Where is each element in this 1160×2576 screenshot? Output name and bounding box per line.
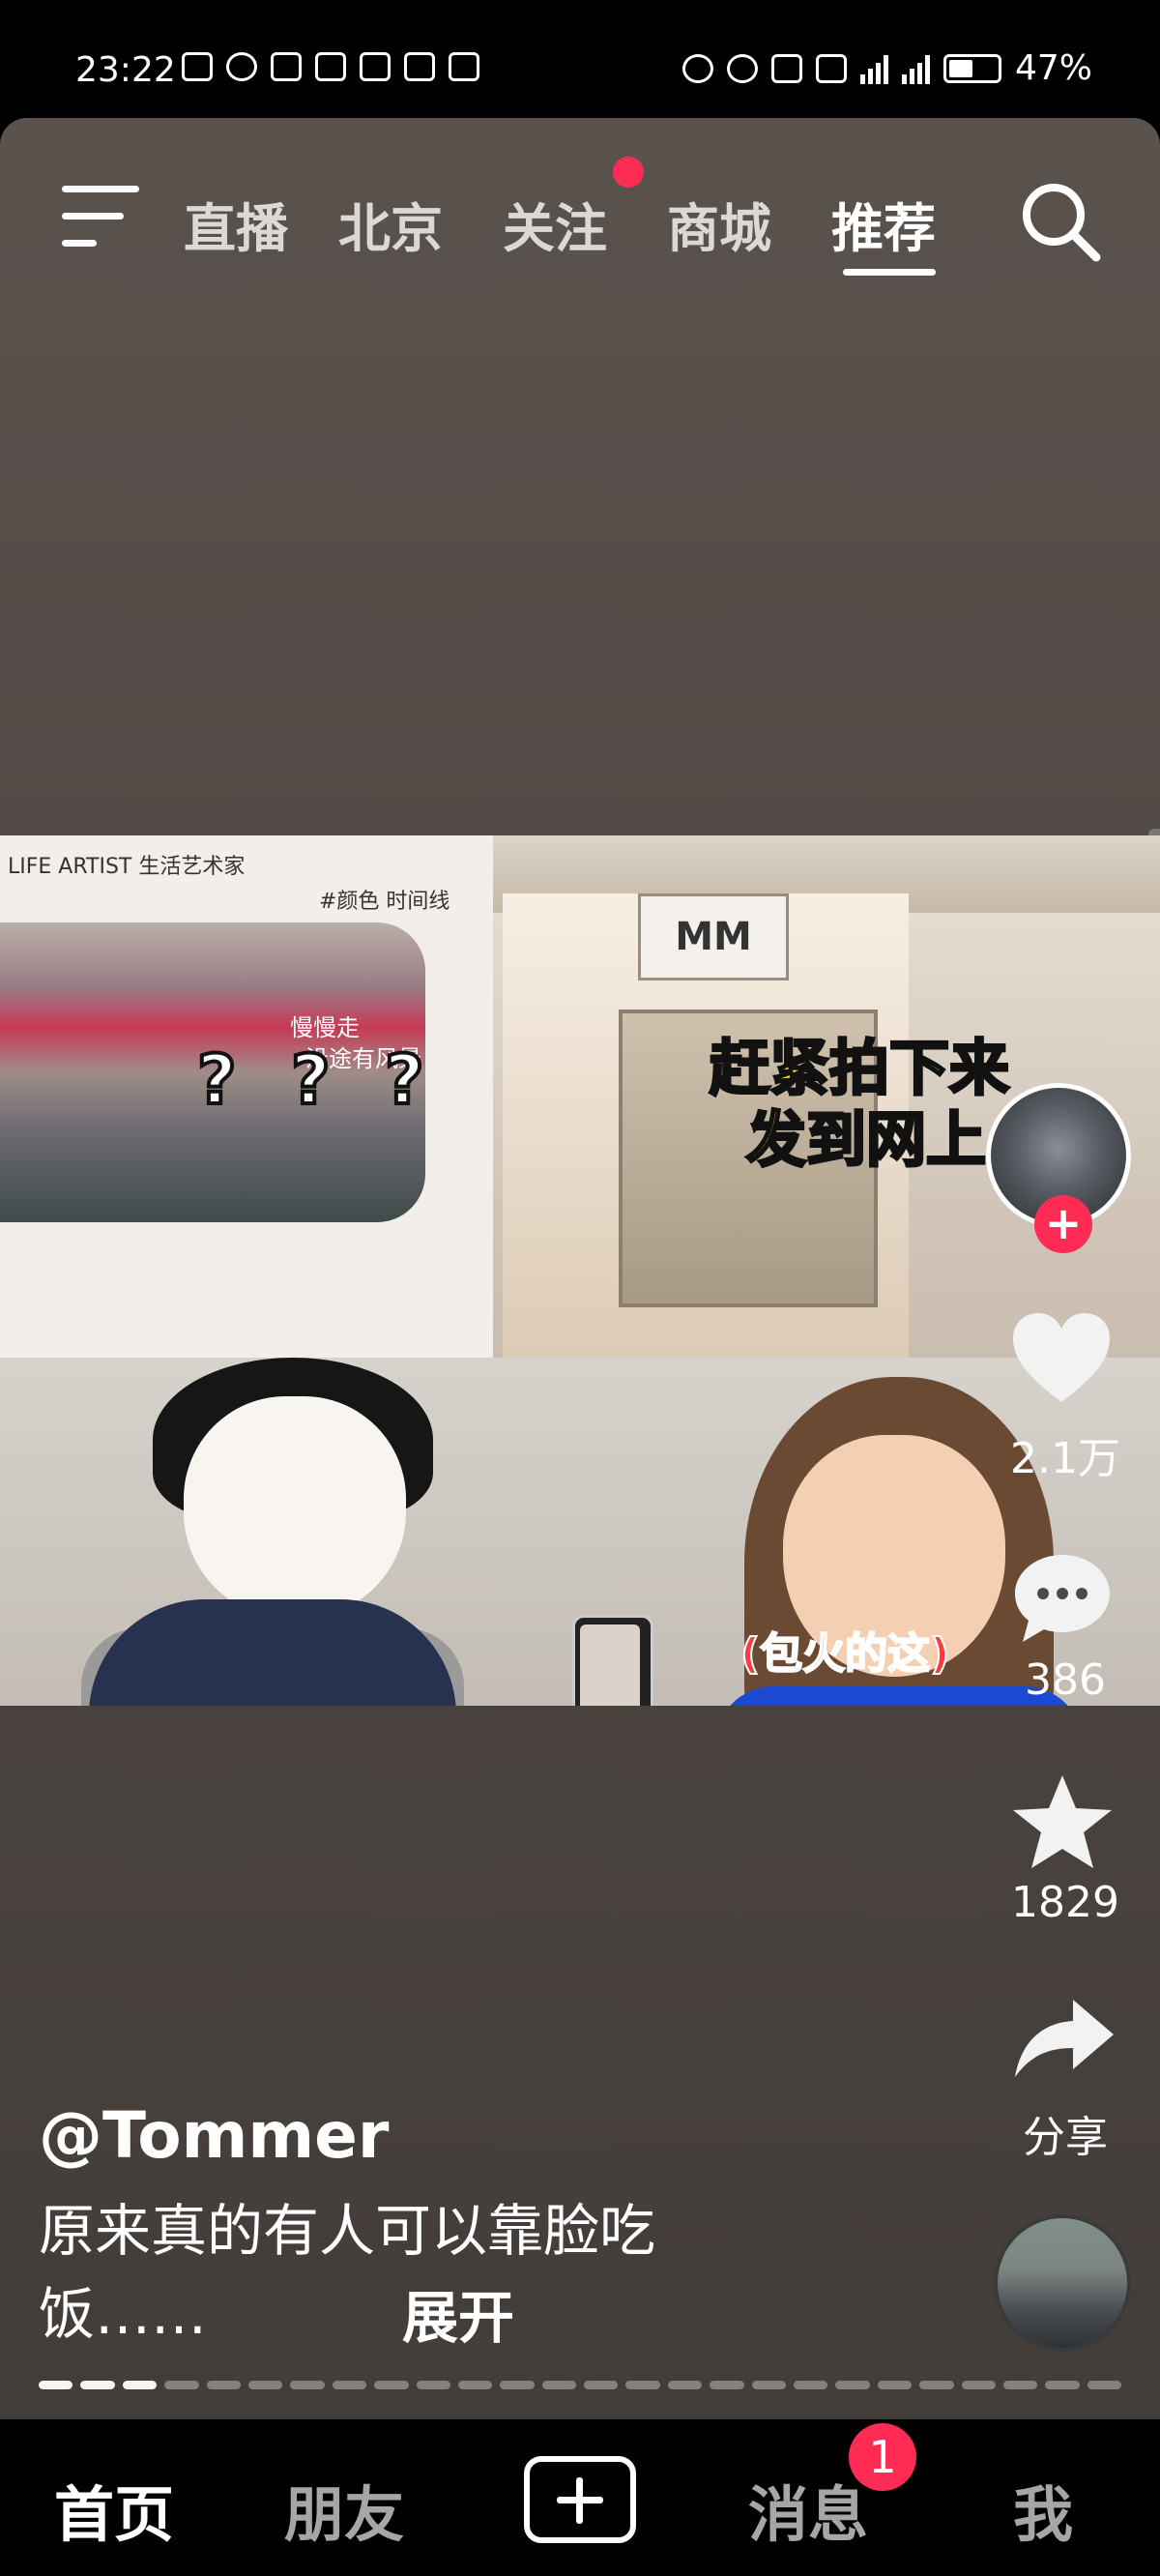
progress-segment: [751, 2381, 787, 2389]
status-time: 23:22: [75, 50, 176, 90]
progress-segment: [457, 2381, 493, 2389]
video-feed[interactable]: 直播 北京 关注 商城 推荐 LIFE ARTIST 生活艺术家 #颜色 时间线…: [0, 118, 1160, 2419]
progress-segment: [80, 2381, 115, 2389]
progress-segment: [206, 2381, 241, 2389]
link-icon: [315, 52, 346, 81]
progress-segment: [122, 2381, 158, 2389]
create-post-button[interactable]: [524, 2456, 636, 2543]
battery-saver-icon: [770, 53, 802, 83]
wall-brand-text: LIFE ARTIST 生活艺术家: [8, 855, 246, 879]
app-icon: [360, 52, 391, 81]
nav-messages[interactable]: 消息: [748, 2466, 868, 2553]
app-icon: [404, 52, 435, 81]
author-name[interactable]: @Tommer: [39, 2098, 389, 2173]
video-progress[interactable]: [39, 2381, 1122, 2390]
progress-segment: [416, 2381, 450, 2389]
progress-segment: [332, 2381, 367, 2389]
progress-segment: [667, 2381, 703, 2389]
progress-segment: [247, 2381, 283, 2389]
active-tab-indicator: [843, 269, 936, 276]
progress-segment: [835, 2381, 870, 2389]
favorite-count: 1829: [1011, 1878, 1119, 1927]
boy-face: [184, 1396, 406, 1619]
bottom-nav: 首页 朋友 消息 1 我: [0, 2419, 1160, 2576]
progress-segment: [1087, 2381, 1122, 2389]
message-badge: 1: [849, 2423, 916, 2491]
progress-segment: [541, 2381, 577, 2389]
nfc-icon: [271, 52, 302, 81]
progress-segment: [919, 2381, 954, 2389]
cast-icon: [182, 52, 213, 81]
progress-segment: [374, 2381, 409, 2389]
nav-me[interactable]: 我: [1013, 2466, 1073, 2553]
comment-icon[interactable]: [1011, 1549, 1114, 1646]
wall-brand-text-2: #颜色 时间线: [319, 890, 450, 914]
nav-friends[interactable]: 朋友: [284, 2466, 404, 2553]
tab-mall[interactable]: 商城: [667, 186, 771, 262]
caption-bottom: (包火的这): [740, 1628, 950, 1680]
tab-following[interactable]: 关注: [503, 186, 607, 262]
comment-count: 386: [1025, 1655, 1106, 1705]
top-nav: 直播 北京 关注 商城 推荐: [0, 147, 1160, 276]
share-label: 分享: [1023, 2113, 1108, 2162]
status-left-icons: [182, 52, 479, 81]
eye-icon: [226, 52, 257, 81]
billboard-text-1: 慢慢走: [290, 1014, 360, 1041]
follow-button[interactable]: +: [1034, 1195, 1092, 1253]
progress-segment: [584, 2381, 619, 2389]
following-notification-dot: [613, 157, 644, 188]
link-icon: [449, 52, 479, 81]
status-bar: 23:22 47%: [0, 0, 1160, 118]
video-frame[interactable]: LIFE ARTIST 生活艺术家 #颜色 时间线 慢慢走 沿途有风景 MM ?…: [0, 835, 1160, 1706]
description-line-1: 原来真的有人可以靠脸吃: [39, 2198, 656, 2264]
progress-segment: [710, 2381, 744, 2389]
music-disc[interactable]: [994, 2214, 1131, 2352]
tab-recommend[interactable]: 推荐: [831, 186, 936, 262]
progress-segment: [625, 2381, 660, 2389]
caption-line-2: 发到网上: [744, 1103, 987, 1177]
heart-icon[interactable]: [1009, 1309, 1114, 1406]
question-marks: ? ? ?: [195, 1039, 440, 1122]
progress-segment: [500, 2381, 535, 2389]
progress-segment: [961, 2381, 996, 2389]
mute-icon: [815, 53, 847, 83]
progress-segment: [1002, 2381, 1038, 2389]
expand-button[interactable]: 展开: [402, 2272, 514, 2354]
progress-segment: [794, 2381, 828, 2389]
nav-home[interactable]: 首页: [54, 2466, 174, 2553]
progress-segment: [877, 2381, 913, 2389]
progress-segment: [39, 2381, 73, 2389]
headphone-icon: [726, 53, 758, 83]
battery-level: 47%: [1014, 48, 1092, 88]
status-right-icons: 47%: [682, 48, 1092, 88]
share-icon[interactable]: [1011, 1994, 1117, 2081]
progress-segment: [290, 2381, 325, 2389]
alarm-icon: [682, 53, 713, 83]
signal-5g-icon: [901, 53, 930, 84]
search-icon[interactable]: [1017, 178, 1104, 265]
tab-live[interactable]: 直播: [184, 186, 288, 262]
store-sign: MM: [638, 893, 789, 981]
menu-icon[interactable]: [62, 186, 139, 249]
star-icon[interactable]: [1009, 1771, 1116, 1872]
like-count: 2.1万: [1010, 1434, 1120, 1483]
tab-beijing[interactable]: 北京: [338, 186, 443, 262]
signal-5g-icon: [859, 53, 888, 84]
progress-segment: [164, 2381, 199, 2389]
battery-icon: [942, 53, 1001, 83]
phone-screen: [580, 1625, 640, 1706]
progress-segment: [1045, 2381, 1080, 2389]
